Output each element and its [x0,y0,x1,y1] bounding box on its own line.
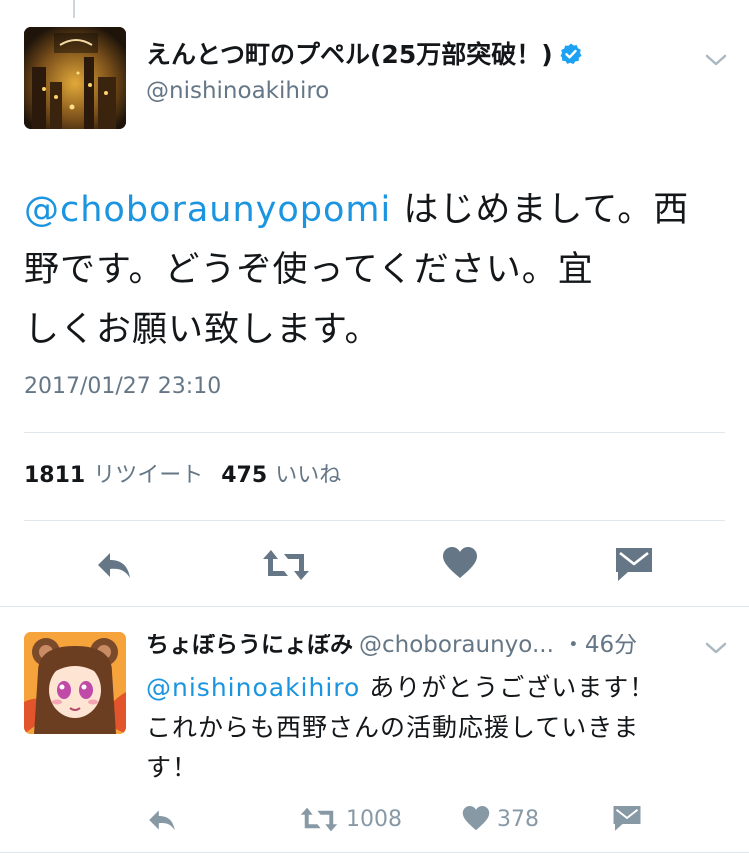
reply-header: ちょぼらうにょぽみ @choboraunyo... ・46分 [146,634,686,657]
reply-retweet-count[interactable]: 1008 [346,809,402,831]
reply-author-avatar[interactable] [24,632,126,734]
reply-mention-link[interactable]: @nishinoakihiro [146,673,360,702]
tweet-text-line2: 野です。どうぞ使ってください。宜 [24,250,594,290]
reply-text-line1: ありがとうございます！ [360,673,656,702]
like-count[interactable]: 475 [221,463,267,488]
message-icon[interactable] [612,804,642,836]
divider [24,432,725,433]
message-icon[interactable] [614,546,654,586]
tweet-mention-link[interactable]: @choboraunyopomi [24,190,391,230]
tweet-separator [0,852,749,853]
chevron-down-icon[interactable] [702,638,730,658]
author-display-name-text: えんとつ町のプペル(25万部突破！) [146,40,553,69]
like-label[interactable]: いいね [275,463,341,488]
heart-icon[interactable] [462,805,490,836]
reply-icon[interactable] [146,806,178,838]
author-avatar[interactable] [24,27,126,129]
reply-like-count[interactable]: 378 [497,809,539,831]
reply-display-name[interactable]: ちょぼらうにょぽみ [146,634,353,657]
chevron-down-icon[interactable] [702,50,730,70]
tweet-text: @choboraunyopomi はじめまして。西野です。どうぞ使ってください。… [24,180,724,360]
tweet-text-line3: しくお願い致します。 [24,310,381,350]
tweet-timestamp[interactable]: 2017/01/27 23:10 [24,376,221,398]
retweet-icon[interactable] [300,806,338,837]
heart-icon[interactable] [442,546,478,584]
reply-text: @nishinoakihiro ありがとうございます！ これからも西野さんの活動応… [146,668,726,788]
thread-connector-line [73,0,75,18]
retweet-label[interactable]: リツイート [93,463,203,488]
reply-text-line2: これからも西野さんの活動応援していきま [146,713,640,742]
reply-icon[interactable] [94,548,134,586]
tweet-separator [0,606,749,607]
divider [24,520,725,521]
reply-time[interactable]: ・46分 [562,634,637,657]
retweet-icon[interactable] [262,548,310,586]
retweet-count[interactable]: 1811 [24,463,85,488]
reply-handle[interactable]: @choboraunyo... [359,634,554,657]
tweet-stats: 1811 リツイート 475 いいね [24,465,359,487]
author-display-name[interactable]: えんとつ町のプペル(25万部突破！) [146,42,583,70]
tweet-text-line1: はじめまして。西 [391,190,690,230]
reply-text-line3: す！ [146,753,199,782]
author-handle[interactable]: @nishinoakihiro [146,80,329,103]
verified-icon [559,42,583,70]
